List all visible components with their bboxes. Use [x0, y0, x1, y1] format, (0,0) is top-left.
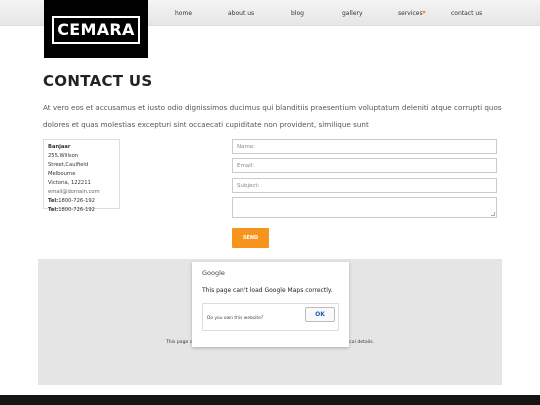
- name-input[interactable]: Name:: [232, 139, 497, 154]
- subject-input[interactable]: Subject:: [232, 178, 497, 193]
- map-bg-text-right: ical details.: [348, 340, 375, 345]
- email-input[interactable]: Email:: [232, 158, 497, 173]
- owner-question-link[interactable]: Do you own this website?: [207, 316, 263, 321]
- owner-box: Do you own this website? OK: [202, 303, 339, 331]
- name-placeholder: Name:: [237, 144, 256, 150]
- tel-label: Tel:: [48, 198, 59, 204]
- google-logo: Google: [202, 269, 225, 277]
- address-card: Banjaar 255,Willson Street,Caulfield Mel…: [43, 139, 120, 213]
- tel-label: Tel:: [48, 207, 59, 213]
- chevron-down-icon[interactable]: [422, 11, 426, 14]
- nav-item-contact-us[interactable]: contact us: [451, 10, 482, 17]
- ok-button[interactable]: OK: [305, 307, 335, 322]
- logo-text: CEMARA: [52, 16, 140, 44]
- address-name: Banjaar: [48, 144, 71, 150]
- nav-item-services[interactable]: services: [398, 10, 423, 17]
- email-placeholder: Email:: [237, 163, 255, 169]
- site-logo[interactable]: CEMARA: [44, 0, 148, 58]
- intro-paragraph: At vero eos et accusamus et iusto odio d…: [43, 103, 502, 129]
- map-error-message: This page can't load Google Maps correct…: [202, 287, 333, 294]
- message-textarea[interactable]: [232, 197, 497, 218]
- address-street: 255,Willson Street,Caulfield: [48, 153, 89, 168]
- subject-placeholder: Subject:: [237, 183, 260, 189]
- tel-number-2: 1800-726-192: [58, 207, 95, 213]
- nav-item-blog[interactable]: blog: [291, 10, 304, 17]
- send-button[interactable]: SEND: [232, 228, 269, 248]
- page-title: CONTACT US: [43, 72, 153, 90]
- address-city: Melbourne: [48, 171, 76, 177]
- address-tel-2: Tel:1800-726-192: [48, 206, 115, 215]
- nav-item-about-us[interactable]: about us: [228, 10, 254, 17]
- address-region: Victoria, 122211: [48, 180, 91, 186]
- map-bg-text-left: This page c: [166, 340, 193, 345]
- address-tel-1: Tel:1800-726-192: [48, 197, 115, 206]
- tel-number-1: 1800-726-192: [58, 198, 95, 204]
- nav-item-home[interactable]: home: [175, 10, 192, 17]
- address-email[interactable]: email@domain.com: [48, 188, 115, 197]
- map-error-dialog: Google This page can't load Google Maps …: [192, 262, 349, 347]
- resize-handle-icon[interactable]: [491, 212, 495, 216]
- footer-bar: [0, 395, 540, 405]
- nav-item-gallery[interactable]: gallery: [342, 10, 363, 17]
